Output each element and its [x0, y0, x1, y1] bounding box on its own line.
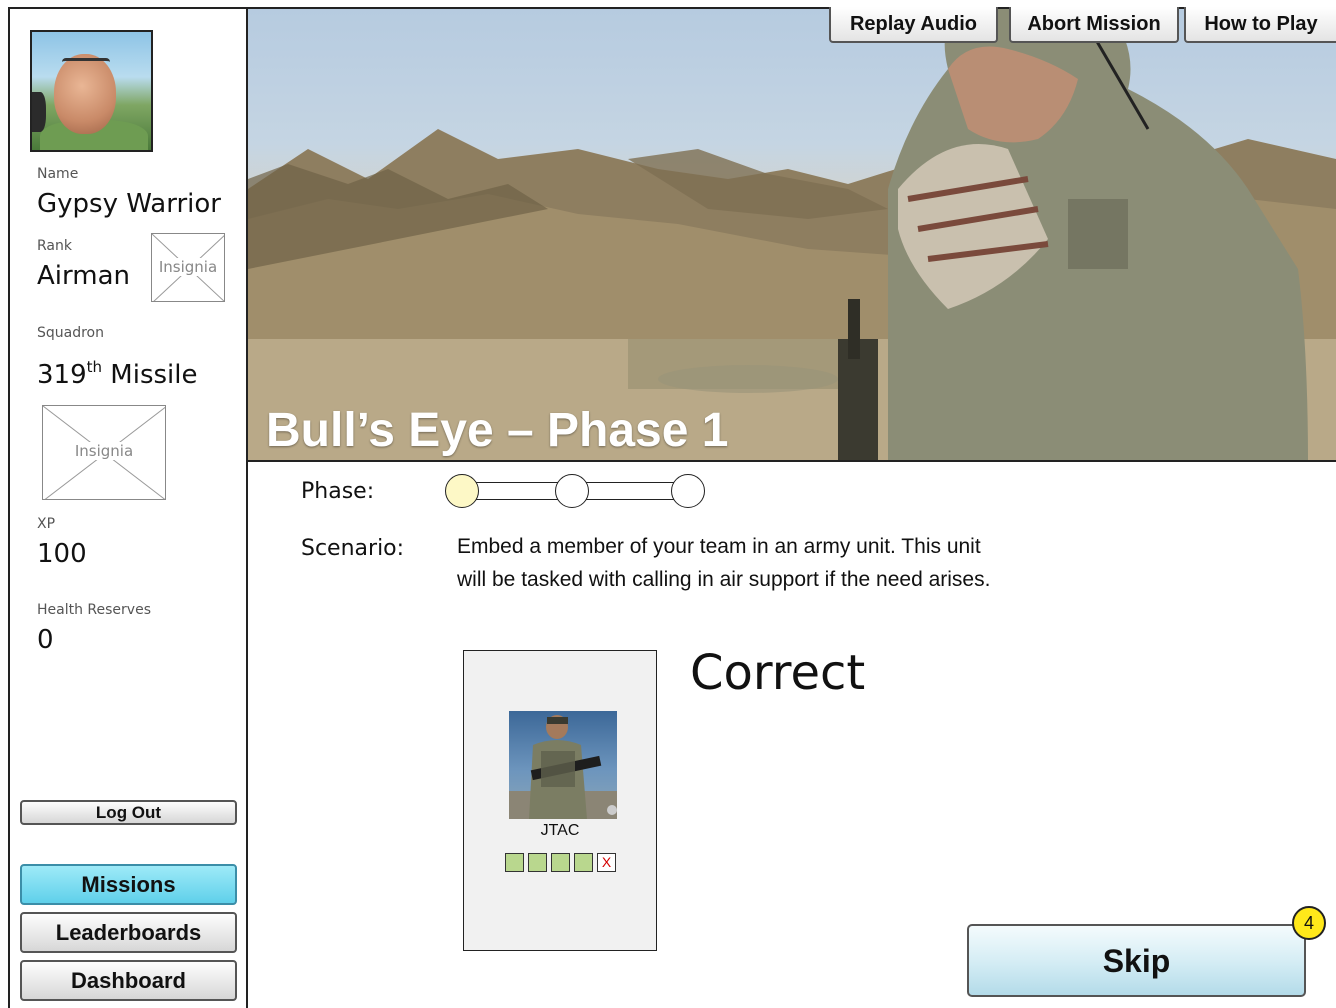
health-value: 0: [37, 625, 54, 655]
avatar: [30, 30, 153, 152]
player-name: Gypsy Warrior: [37, 189, 221, 219]
skip-button[interactable]: Skip: [967, 924, 1306, 997]
result-text: Correct: [690, 645, 866, 701]
logout-button[interactable]: Log Out: [20, 800, 237, 825]
mission-banner-image: Bull’s Eye – Phase 1: [248, 9, 1336, 462]
scenario-text: Embed a member of your team in an army u…: [457, 530, 1097, 596]
squadron-insignia-label: Insignia: [43, 442, 165, 460]
squadron-suffix: th: [86, 358, 103, 376]
squadron-value: 319th Missile: [37, 358, 198, 390]
mission-title: Bull’s Eye – Phase 1: [266, 404, 729, 457]
rating-box-1: [505, 853, 524, 872]
scenario-label: Scenario:: [301, 536, 405, 561]
rating-box-3: [551, 853, 570, 872]
abort-mission-button[interactable]: Abort Mission: [1009, 7, 1179, 43]
rank-insignia-image: Insignia: [151, 233, 225, 302]
replay-audio-button[interactable]: Replay Audio: [829, 7, 998, 43]
xp-label: XP: [37, 516, 56, 532]
rating-box-4: [574, 853, 593, 872]
phase-dot-3: [671, 474, 705, 508]
player-rank: Airman: [37, 261, 130, 291]
soldier-figure: [509, 715, 617, 819]
rating-box-fail: X: [597, 853, 616, 872]
rating-boxes: X: [505, 853, 616, 873]
squadron-name: Missile: [102, 360, 198, 390]
mountain-scene: [248, 9, 1336, 460]
phase-dot-1: [445, 474, 479, 508]
rank-label: Rank: [37, 238, 72, 254]
xp-value: 100: [37, 539, 87, 569]
profile-sidebar: Name Gypsy Warrior Rank Airman Insignia …: [10, 9, 248, 1008]
team-member-card[interactable]: JTAC X: [463, 650, 657, 951]
nav-leaderboards-button[interactable]: Leaderboards: [20, 912, 237, 953]
team-member-name: JTAC: [540, 822, 580, 839]
phase-stepper: [445, 474, 707, 510]
rank-insignia-label: Insignia: [152, 258, 224, 276]
nav-missions-button[interactable]: Missions: [20, 864, 237, 905]
name-label: Name: [37, 166, 79, 182]
how-to-play-button[interactable]: How to Play: [1184, 7, 1336, 43]
phase-dot-2: [555, 474, 589, 508]
rating-box-2: [528, 853, 547, 872]
nav-dashboard-button[interactable]: Dashboard: [20, 960, 237, 1001]
squadron-label: Squadron: [37, 325, 104, 341]
skip-count-badge: 4: [1292, 906, 1326, 940]
scenario-line-2: will be tasked with calling in air suppo…: [457, 568, 991, 591]
squadron-insignia-image: Insignia: [42, 405, 166, 500]
squadron-number: 319: [37, 360, 87, 390]
team-member-photo: [509, 711, 617, 819]
health-label: Health Reserves: [37, 602, 151, 618]
phase-label: Phase:: [301, 479, 375, 504]
scenario-line-1: Embed a member of your team in an army u…: [457, 535, 981, 558]
